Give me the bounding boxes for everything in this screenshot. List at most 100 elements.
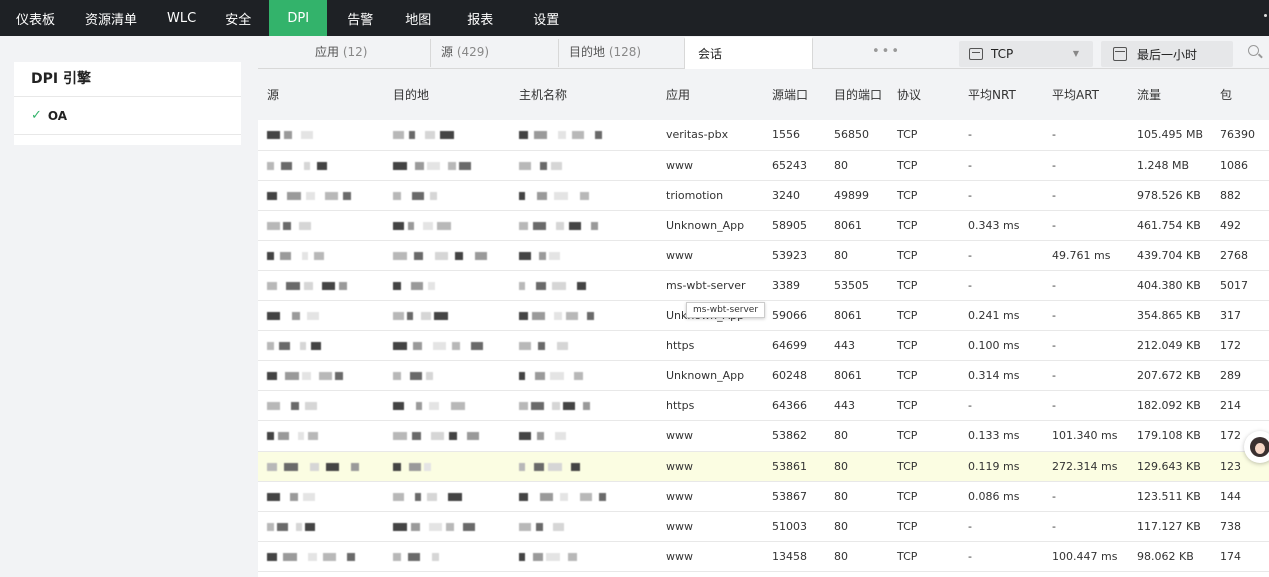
col-header-hostname[interactable]: 主机名称	[510, 70, 657, 120]
tab-divider	[430, 39, 431, 67]
cell-avg-nrt: 0.133 ms	[959, 420, 1043, 452]
protocol-select-value: TCP	[991, 47, 1014, 61]
cell-destination-redacted	[384, 180, 510, 211]
col-header-destination[interactable]: 目的地	[384, 70, 510, 120]
dpi-engine-title: DPI 引擎	[14, 62, 241, 97]
cell-traffic: 404.380 KB	[1128, 270, 1211, 302]
cell-avg-nrt: -	[959, 180, 1043, 211]
nav-security[interactable]: 安全	[225, 0, 269, 36]
cell-avg-art: -	[1043, 150, 1128, 181]
tab-destinations-count: (128)	[608, 45, 642, 59]
col-header-avg-nrt[interactable]: 平均NRT	[959, 70, 1043, 120]
table-row[interactable]: veritas-pbx 1556 56850 TCP - -105.495 MB 76390	[258, 120, 1269, 151]
cell-protocol: TCP	[888, 120, 959, 151]
table-row[interactable]: www 13458 80 TCP -100.447 ms 98.062 KB 174	[258, 541, 1269, 572]
cell-source-redacted	[258, 390, 384, 422]
cell-traffic: 1.248 MB	[1128, 150, 1211, 181]
cell-dst-port: 53505	[825, 270, 888, 302]
cell-hostname-redacted	[510, 240, 657, 271]
table-row[interactable]: https 64366 443 TCP - -182.092 KB 214	[258, 390, 1269, 422]
cell-app: www	[657, 481, 763, 512]
cell-hostname-redacted	[510, 481, 657, 512]
cell-avg-nrt: 0.314 ms	[959, 360, 1043, 392]
table-row[interactable]: ms-wbt-server 3389 53505 TCP - -404.380 KB 501…	[258, 270, 1269, 302]
cell-app: Unknown_App	[657, 210, 763, 241]
nav-wlc[interactable]: WLC	[152, 0, 225, 36]
cell-destination-redacted	[384, 210, 510, 241]
app-tooltip: ms-wbt-server	[686, 302, 766, 318]
cell-avg-nrt: -	[959, 270, 1043, 302]
table-row[interactable]: Unknown_App 58905 8061 TCP 0.343 ms -461.754 …	[258, 210, 1269, 241]
search-icon[interactable]	[1248, 45, 1259, 56]
table-row[interactable]: www 53867 80 TCP 0.086 ms -123.511 KB 144	[258, 481, 1269, 512]
table-row[interactable]: https 64699 443 TCP 0.100 ms -212.049 KB 172	[258, 330, 1269, 362]
nav-dashboard[interactable]: 仪表板	[0, 0, 71, 36]
col-header-source[interactable]: 源	[258, 70, 384, 120]
engine-item-oa[interactable]: ✓ OA	[14, 97, 241, 135]
cell-source-redacted	[258, 360, 384, 392]
top-nav: 仪表板 资源清单 WLC 安全 DPI 告警 地图 报表 设置	[0, 0, 1269, 36]
tab-sessions[interactable]: 会话	[684, 37, 813, 69]
nav-alarms[interactable]: 告警	[327, 0, 405, 36]
col-header-traffic[interactable]: 流量	[1128, 70, 1211, 120]
col-header-destination-port[interactable]: 目的端口	[825, 70, 888, 120]
protocol-select[interactable]: TCP ▼	[959, 41, 1093, 67]
cell-dst-port: 8061	[825, 300, 888, 332]
col-header-protocol[interactable]: 协议	[888, 70, 959, 120]
table-row[interactable]: Unknown_App 60248 8061 TCP 0.314 ms -207.672 …	[258, 360, 1269, 392]
table-row[interactable]: triomotion 3240 49899 TCP - -978.526 KB 882	[258, 180, 1269, 211]
col-header-source-port[interactable]: 源端口	[763, 70, 825, 120]
table-row[interactable]: www 53861 80 TCP 0.119 ms 272.314 ms 129.643 K…	[258, 451, 1269, 482]
cell-hostname-redacted	[510, 180, 657, 211]
table-row[interactable]: www 51003 80 TCP - -117.127 KB 738	[258, 511, 1269, 542]
cell-dst-port: 49899	[825, 180, 888, 211]
cell-hostname-redacted	[510, 420, 657, 452]
avatar-icon	[1250, 437, 1269, 457]
nav-overflow-indicator	[1264, 14, 1267, 17]
support-avatar[interactable]	[1244, 431, 1269, 463]
cell-traffic: 129.643 KB	[1128, 451, 1211, 482]
nav-map[interactable]: 地图	[405, 0, 467, 36]
time-range-select[interactable]: 最后一小时	[1101, 41, 1233, 67]
cell-protocol: TCP	[888, 270, 959, 302]
tab-sources[interactable]: 源 (429)	[441, 37, 489, 69]
cell-dst-port: 8061	[825, 360, 888, 392]
sessions-table-container: 源 目的地 主机名称 应用 源端口 目的端口 协议 平均NRT 平均ART 流量…	[258, 70, 1269, 577]
cell-app: veritas-pbx	[657, 120, 763, 151]
cell-avg-nrt: -	[959, 120, 1043, 151]
cell-src-port: 53862	[763, 420, 825, 452]
cell-hostname-redacted	[510, 270, 657, 302]
cell-avg-art: -	[1043, 360, 1128, 392]
cell-traffic: 182.092 KB	[1128, 390, 1211, 422]
cell-packets: 214	[1211, 390, 1269, 422]
cell-app: www	[657, 541, 763, 572]
cell-avg-art: -	[1043, 300, 1128, 332]
cell-avg-art: -	[1043, 511, 1128, 542]
cell-avg-nrt: -	[959, 390, 1043, 422]
cell-destination-redacted	[384, 150, 510, 181]
table-header-row: 源 目的地 主机名称 应用 源端口 目的端口 协议 平均NRT 平均ART 流量…	[258, 70, 1269, 120]
more-options-button[interactable]: •••	[872, 37, 901, 67]
cell-avg-art: 272.314 ms	[1043, 451, 1128, 482]
cell-traffic: 354.865 KB	[1128, 300, 1211, 332]
table-row[interactable]: www 65243 80 TCP - -1.248 MB 1086	[258, 150, 1269, 181]
nav-reports[interactable]: 报表	[467, 0, 533, 36]
col-header-packets[interactable]: 包	[1211, 70, 1269, 120]
tab-destinations[interactable]: 目的地 (128)	[569, 37, 641, 69]
table-row[interactable]: www 53862 80 TCP 0.133 ms 101.340 ms 179.108 K…	[258, 420, 1269, 452]
col-header-application[interactable]: 应用	[657, 70, 763, 120]
tab-applications[interactable]: 应用 (12)	[315, 37, 367, 69]
tab-applications-label: 应用	[315, 45, 340, 59]
nav-inventory[interactable]: 资源清单	[71, 0, 152, 36]
cell-packets: 492	[1211, 210, 1269, 241]
table-row[interactable]: www 53923 80 TCP -49.761 ms 439.704 KB 2768	[258, 240, 1269, 271]
nav-dpi[interactable]: DPI	[269, 0, 328, 36]
cell-destination-redacted	[384, 481, 510, 512]
cell-packets: 174	[1211, 541, 1269, 572]
nav-settings[interactable]: 设置	[533, 0, 559, 36]
cell-packets: 5017	[1211, 270, 1269, 302]
cell-source-redacted	[258, 511, 384, 542]
cell-dst-port: 8061	[825, 210, 888, 241]
col-header-avg-art[interactable]: 平均ART	[1043, 70, 1128, 120]
cell-source-redacted	[258, 330, 384, 362]
